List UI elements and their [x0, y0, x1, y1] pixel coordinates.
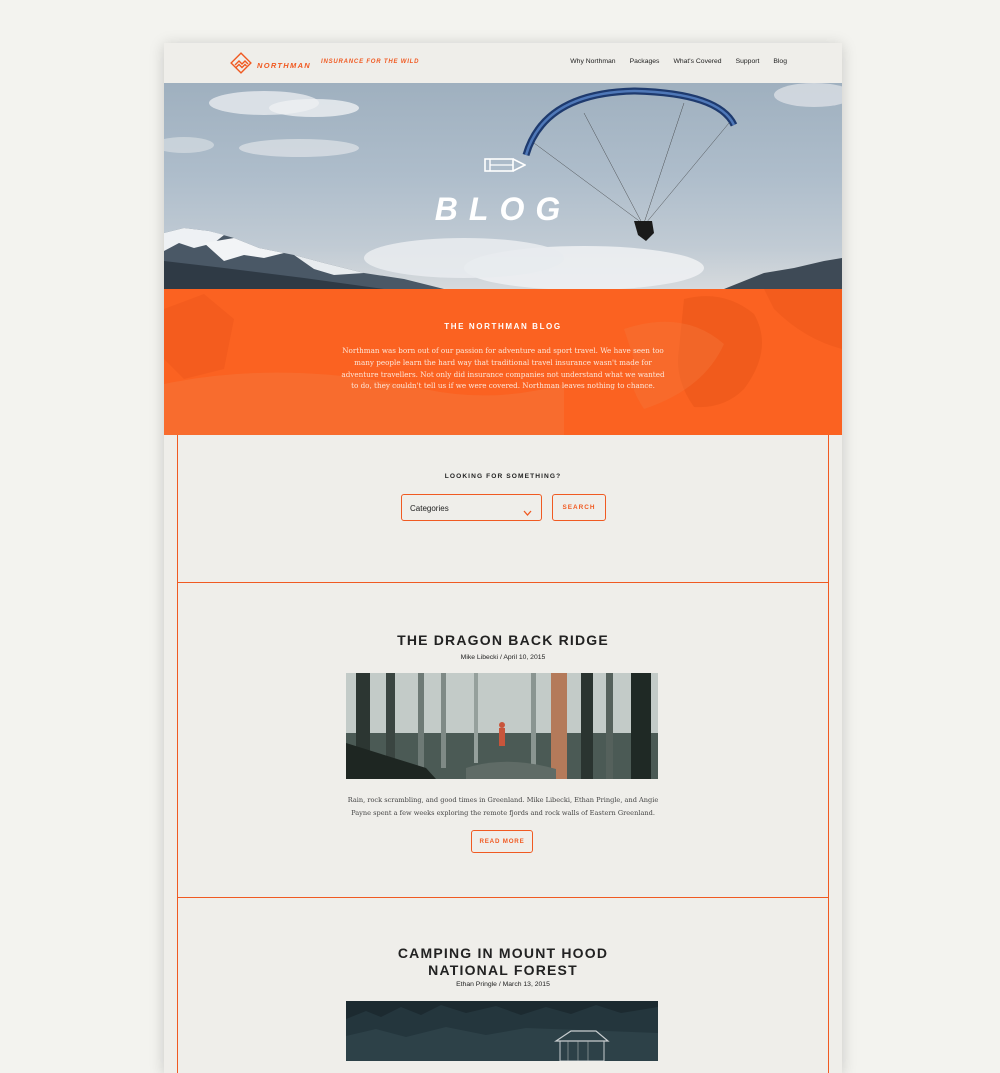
search-button[interactable]: SEARCH — [552, 494, 606, 521]
site-header: NORTHMAN INSURANCE FOR THE WILD Why Nort… — [164, 43, 842, 83]
search-label: LOOKING FOR SOMETHING? — [444, 473, 562, 480]
nav-item-whats-covered[interactable]: What's Covered — [673, 58, 721, 65]
chevron-down-icon — [523, 504, 532, 522]
blog-post: THE DRAGON BACK RIDGE Mike Libecki / Apr… — [177, 583, 829, 898]
post-image[interactable] — [346, 673, 658, 779]
nav-item-blog[interactable]: Blog — [773, 58, 787, 65]
hero-banner: BLOG — [164, 83, 842, 289]
page-title: BLOG — [434, 191, 572, 227]
tagline: INSURANCE FOR THE WILD — [321, 59, 420, 65]
page: NORTHMAN INSURANCE FOR THE WILD Why Nort… — [164, 43, 842, 1073]
post-title-line-1[interactable]: CAMPING IN MOUNT HOOD — [178, 945, 828, 961]
main-nav: Why Northman Packages What's Covered Sup… — [570, 58, 787, 65]
nav-item-packages[interactable]: Packages — [630, 58, 660, 65]
logo-text: NORTHMAN — [257, 61, 312, 70]
select-value: Categories — [410, 504, 449, 513]
post-image[interactable] — [346, 1001, 658, 1061]
intro-section: THE NORTHMAN BLOG Northman was born out … — [164, 289, 842, 435]
blog-post: CAMPING IN MOUNT HOOD NATIONAL FOREST Et… — [177, 898, 829, 1073]
logo-mark-icon — [230, 52, 252, 79]
post-meta: Ethan Pringle / March 13, 2015 — [456, 981, 550, 988]
search-section: LOOKING FOR SOMETHING? Categories SEARCH — [177, 435, 829, 583]
intro-text: Northman was born out of our passion for… — [341, 346, 665, 391]
intro-heading: THE NORTHMAN BLOG — [444, 322, 562, 331]
nav-item-why-northman[interactable]: Why Northman — [570, 58, 615, 65]
post-title-line-2[interactable]: NATIONAL FOREST — [178, 962, 828, 978]
categories-select[interactable]: Categories — [401, 494, 542, 521]
hero-landscape-image — [164, 83, 842, 289]
read-more-button[interactable]: READ MORE — [471, 830, 533, 853]
pencil-icon — [484, 158, 527, 177]
logo[interactable]: NORTHMAN — [230, 52, 311, 79]
post-title[interactable]: THE DRAGON BACK RIDGE — [178, 632, 828, 648]
nav-item-support[interactable]: Support — [736, 58, 760, 65]
post-meta: Mike Libecki / April 10, 2015 — [460, 654, 546, 661]
post-excerpt: Rain, rock scrambling, and good times in… — [347, 796, 659, 817]
